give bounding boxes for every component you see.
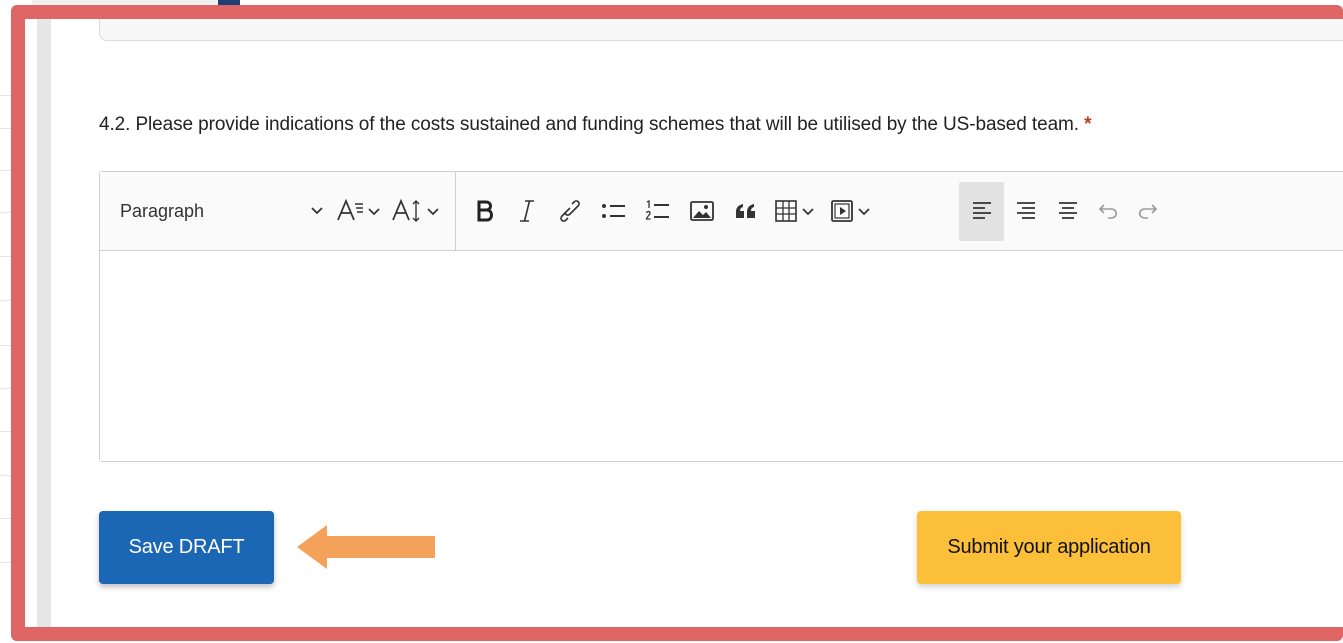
media-icon[interactable] xyxy=(828,172,878,250)
toolbar-separator xyxy=(455,172,456,250)
highlight-frame: 4.2. Please provide indications of the c… xyxy=(11,5,1343,641)
rich-text-editor: Paragraph xyxy=(99,171,1343,462)
redo-icon[interactable] xyxy=(1131,172,1163,250)
save-draft-button[interactable]: Save DRAFT xyxy=(99,511,274,584)
required-marker: * xyxy=(1084,114,1092,135)
editor-content[interactable] xyxy=(100,251,1343,461)
link-icon[interactable] xyxy=(552,172,588,250)
font-family-icon[interactable] xyxy=(334,172,384,250)
bulleted-list-icon[interactable] xyxy=(596,172,632,250)
chevron-down-icon[interactable] xyxy=(305,172,329,250)
font-size-icon[interactable] xyxy=(389,172,445,250)
align-right-icon[interactable] xyxy=(1050,172,1086,250)
blockquote-icon[interactable] xyxy=(728,172,764,250)
align-left-icon[interactable] xyxy=(963,172,1001,250)
italic-icon[interactable] xyxy=(510,172,544,250)
undo-icon[interactable] xyxy=(1093,172,1125,250)
submit-application-button[interactable]: Submit your application xyxy=(917,511,1181,584)
table-icon[interactable] xyxy=(772,172,822,250)
pointer-arrow-icon xyxy=(297,525,437,574)
bold-icon[interactable] xyxy=(468,172,502,250)
submit-application-label: Submit your application xyxy=(947,536,1151,558)
align-center-icon[interactable] xyxy=(1008,172,1044,250)
numbered-list-icon[interactable] xyxy=(640,172,676,250)
previous-field[interactable] xyxy=(99,19,1343,41)
heading-select-value: Paragraph xyxy=(120,200,205,221)
left-gutter xyxy=(37,19,51,627)
question-label: 4.2. Please provide indications of the c… xyxy=(99,114,1092,136)
image-icon[interactable] xyxy=(684,172,720,250)
question-text: 4.2. Please provide indications of the c… xyxy=(99,114,1079,135)
editor-toolbar: Paragraph xyxy=(100,172,1343,251)
heading-select[interactable]: Paragraph xyxy=(120,172,204,250)
save-draft-label: Save DRAFT xyxy=(128,536,245,558)
